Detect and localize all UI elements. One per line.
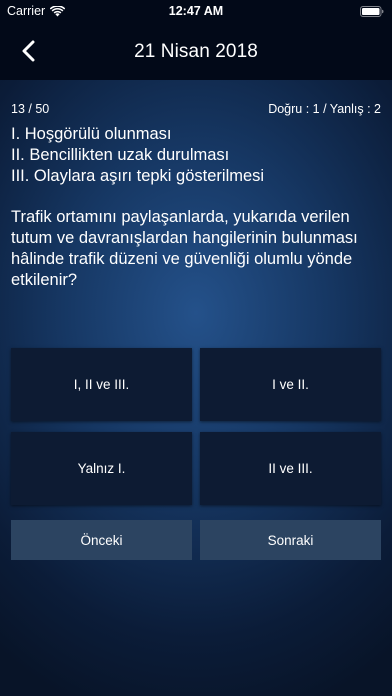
answer-label: I, II ve III. — [73, 377, 130, 392]
status-time: 12:47 AM — [168, 4, 224, 18]
top-bar: Carrier 12:47 AM 21 Nisan 2018 — [0, 0, 392, 80]
status-bar: Carrier 12:47 AM — [0, 0, 392, 22]
statement-item: I. Hoşgörülü olunması — [11, 125, 172, 143]
statement-list: I. Hoşgörülü olunması II. Bencillikten u… — [11, 124, 383, 187]
answer-button-4[interactable]: II ve III. — [200, 432, 381, 505]
battery-icon — [360, 6, 384, 17]
navigation-bar: 21 Nisan 2018 — [0, 22, 392, 80]
answer-label: I ve II. — [272, 377, 309, 392]
page-title: 21 Nisan 2018 — [134, 41, 258, 62]
statement-item: II. Bencillikten uzak durulması — [11, 146, 230, 164]
score-label: Doğru : 1 / Yanlış : 2 — [268, 102, 381, 116]
answer-label: II ve III. — [268, 461, 313, 476]
answer-label: Yalnız I. — [77, 461, 126, 476]
question-text: Trafik ortamını paylaşanlarda, yukarıda … — [11, 208, 358, 289]
answer-button-1[interactable]: I, II ve III. — [11, 348, 192, 421]
next-label: Sonraki — [267, 532, 314, 548]
answer-button-3[interactable]: Yalnız I. — [11, 432, 192, 505]
next-button[interactable]: Sonraki — [200, 520, 381, 560]
question-block: I. Hoşgörülü olunması II. Bencillikten u… — [11, 124, 383, 291]
question-counter: 13 / 50 — [11, 102, 50, 116]
previous-label: Önceki — [80, 532, 123, 548]
statement-item: III. Olaylara aşırı tepki gösterilmesi — [11, 167, 265, 185]
previous-button[interactable]: Önceki — [11, 520, 192, 560]
answer-button-2[interactable]: I ve II. — [200, 348, 381, 421]
app-screen: Carrier 12:47 AM 21 Nisan 2018 13 / 50 D… — [0, 0, 392, 696]
